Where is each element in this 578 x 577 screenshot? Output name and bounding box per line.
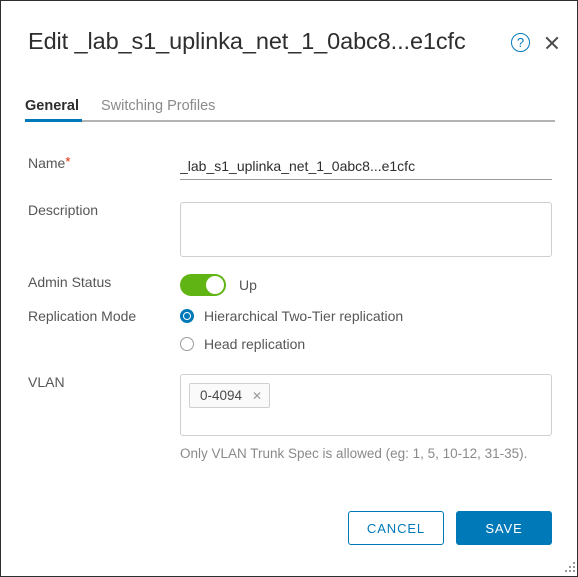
header-actions: ?	[511, 33, 561, 52]
cancel-button[interactable]: CANCEL	[348, 511, 444, 545]
toggle-knob	[206, 276, 224, 294]
tab-bar: General Switching Profiles	[25, 93, 555, 123]
vlan-tag: 0-4094 ✕	[189, 383, 271, 408]
tab-active-indicator	[25, 119, 82, 122]
radio-label: Head replication	[204, 336, 306, 352]
vlan-tag-remove-icon[interactable]: ✕	[252, 390, 262, 402]
vlan-label: VLAN	[28, 374, 65, 390]
replication-mode-label: Replication Mode	[28, 308, 137, 324]
dialog-footer: CANCEL SAVE	[1, 501, 577, 576]
tab-general[interactable]: General	[25, 98, 79, 117]
admin-status-label: Admin Status	[28, 274, 112, 290]
description-label: Description	[28, 202, 99, 218]
edit-segment-dialog: Edit _lab_s1_uplinka_net_1_0abc8...e1cfc…	[0, 0, 578, 577]
name-label-text: Name	[28, 155, 66, 171]
save-button[interactable]: SAVE	[456, 511, 552, 545]
vlan-tag-input[interactable]: 0-4094 ✕	[180, 374, 552, 436]
tab-underline-track	[25, 120, 555, 122]
admin-status-state-label: Up	[239, 277, 257, 293]
admin-status-toggle[interactable]	[180, 274, 226, 296]
vlan-help-text: Only VLAN Trunk Spec is allowed (eg: 1, …	[180, 446, 528, 461]
radio-label: Hierarchical Two-Tier replication	[204, 308, 404, 324]
radio-hierarchical-two-tier[interactable]: Hierarchical Two-Tier replication	[180, 308, 403, 324]
radio-head-replication[interactable]: Head replication	[180, 336, 403, 352]
required-asterisk: *	[65, 154, 71, 169]
radio-button-icon	[180, 337, 194, 351]
dialog-header: Edit _lab_s1_uplinka_net_1_0abc8...e1cfc…	[1, 1, 577, 83]
description-input[interactable]	[180, 202, 552, 257]
radio-button-icon	[180, 309, 194, 323]
vlan-tag-value: 0-4094	[200, 388, 243, 403]
help-circle-icon[interactable]: ?	[511, 33, 530, 52]
name-input[interactable]	[180, 155, 552, 180]
name-label: Name*	[28, 155, 70, 171]
close-icon[interactable]	[543, 34, 561, 52]
replication-mode-radio-group: Hierarchical Two-Tier replication Head r…	[180, 308, 403, 352]
tab-switching-profiles[interactable]: Switching Profiles	[101, 98, 215, 117]
page-title: Edit _lab_s1_uplinka_net_1_0abc8...e1cfc	[28, 28, 466, 54]
resize-grip[interactable]	[563, 560, 575, 572]
